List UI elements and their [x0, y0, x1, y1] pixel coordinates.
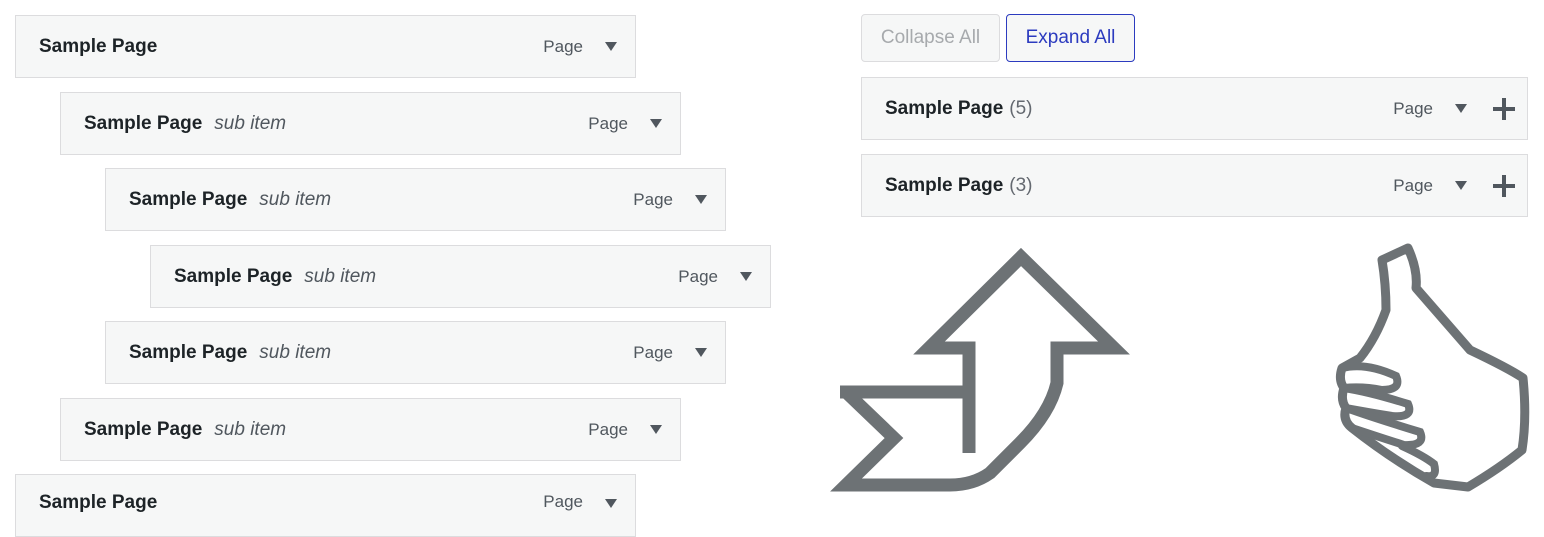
menu-item-type: Page	[1393, 98, 1433, 118]
menu-item-title: Sample Page	[39, 492, 158, 513]
menu-item[interactable]: Sample Page sub item Page	[105, 168, 726, 231]
triangle-down-icon[interactable]	[695, 195, 707, 204]
collapsed-menu-item[interactable]: Sample Page (5) Page	[861, 77, 1528, 140]
menu-item[interactable]: Sample Page sub item Page	[105, 321, 726, 384]
triangle-down-icon[interactable]	[605, 499, 617, 508]
menu-item[interactable]: Sample Page Page	[15, 474, 636, 537]
plus-icon[interactable]	[1493, 174, 1515, 197]
triangle-down-icon[interactable]	[1455, 181, 1467, 190]
menu-item[interactable]: Sample Page Page	[15, 15, 636, 78]
child-count: (3)	[1009, 174, 1033, 196]
menu-item-subtitle: sub item	[214, 418, 287, 440]
triangle-down-icon[interactable]	[605, 42, 617, 51]
menu-item[interactable]: Sample Page sub item Page	[60, 92, 681, 155]
menu-item-subtitle: sub item	[304, 265, 377, 287]
menu-item-type: Page	[588, 113, 628, 133]
expand-all-button[interactable]: Expand All	[1006, 14, 1135, 62]
menu-item-title: Sample Page	[885, 97, 1004, 119]
menu-item[interactable]: Sample Page sub item Page	[60, 398, 681, 461]
curved-arrow-up-icon	[830, 248, 1130, 492]
menu-item-type: Page	[588, 419, 628, 439]
triangle-down-icon[interactable]	[650, 119, 662, 128]
menu-item-type: Page	[543, 36, 583, 56]
menu-item-subtitle: sub item	[259, 188, 332, 210]
triangle-down-icon[interactable]	[695, 348, 707, 357]
triangle-down-icon[interactable]	[650, 425, 662, 434]
plus-icon[interactable]	[1493, 97, 1515, 120]
collapse-all-button[interactable]: Collapse All	[861, 14, 1000, 62]
menu-item-subtitle: sub item	[259, 341, 332, 363]
thumbs-up-icon	[1335, 243, 1530, 492]
menu-item-title: Sample Page	[84, 418, 203, 440]
menu-item-title: Sample Page	[129, 341, 248, 363]
triangle-down-icon[interactable]	[740, 272, 752, 281]
menu-item-title: Sample Page	[39, 35, 158, 57]
menu-item-title: Sample Page	[129, 188, 248, 210]
collapsed-menu-item[interactable]: Sample Page (3) Page	[861, 154, 1528, 217]
child-count: (5)	[1009, 97, 1033, 119]
menu-item-title: Sample Page	[174, 265, 293, 287]
menu-item-type: Page	[543, 492, 583, 511]
menu-item[interactable]: Sample Page sub item Page	[150, 245, 771, 308]
menu-item-title: Sample Page	[84, 112, 203, 134]
menu-item-type: Page	[678, 266, 718, 286]
menu-item-type: Page	[633, 342, 673, 362]
menu-item-subtitle: sub item	[214, 112, 287, 134]
menu-item-title: Sample Page	[885, 174, 1004, 196]
menu-item-type: Page	[633, 189, 673, 209]
menu-item-type: Page	[1393, 175, 1433, 195]
triangle-down-icon[interactable]	[1455, 104, 1467, 113]
